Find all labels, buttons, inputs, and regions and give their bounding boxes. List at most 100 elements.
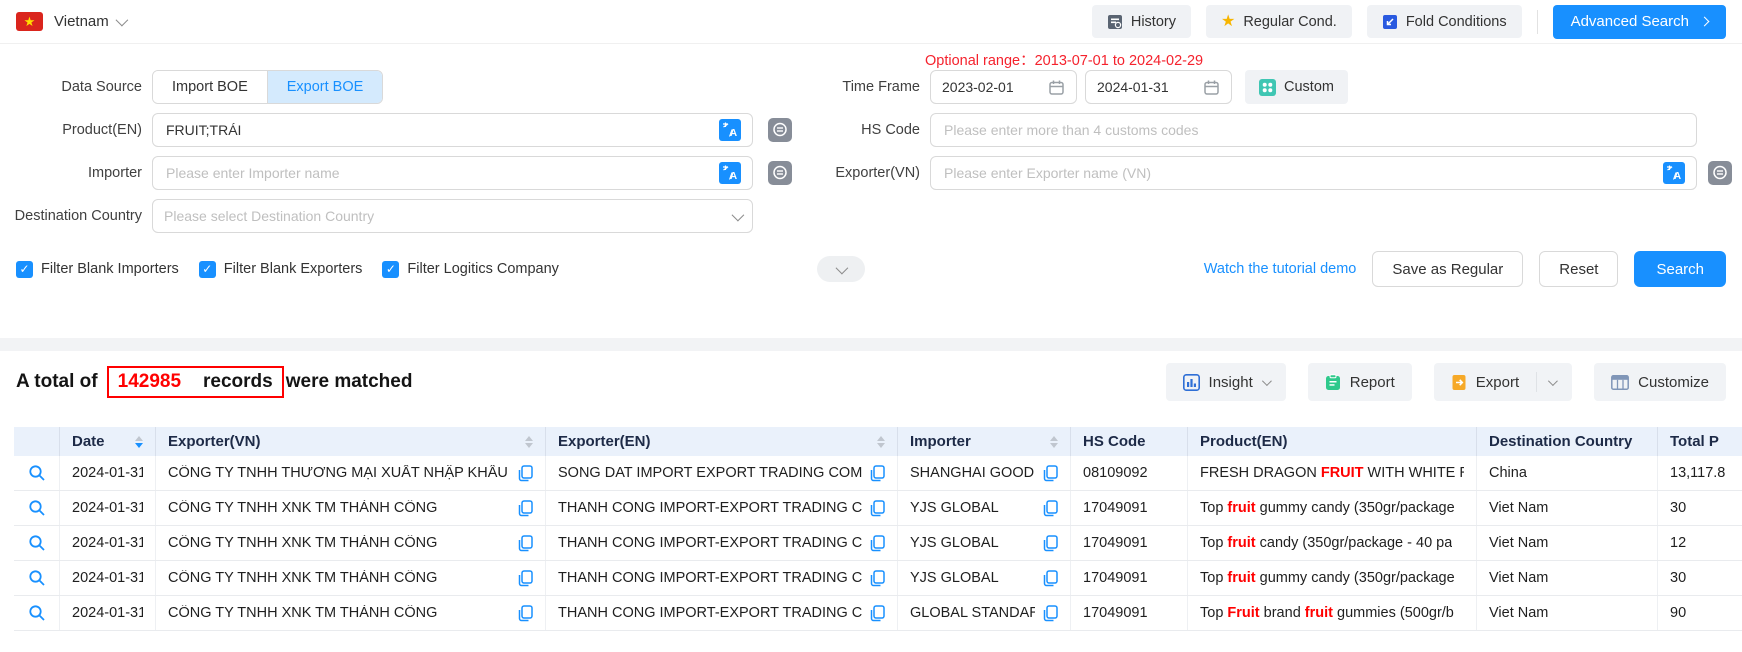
country-name: Vietnam: [54, 13, 109, 30]
copy-button[interactable]: [862, 500, 885, 517]
insight-button[interactable]: Insight: [1166, 363, 1286, 401]
copy-button[interactable]: [1035, 500, 1058, 517]
save-as-regular-button[interactable]: Save as Regular: [1372, 251, 1523, 287]
exclude-keyword-button[interactable]: [1707, 160, 1733, 186]
table-row: 2024-01-31CÔNG TY TNHH XNK TM THÀNH CÔNG…: [14, 491, 1742, 526]
results-toolbar: Insight Report Export Customize: [1166, 363, 1726, 401]
copy-button[interactable]: [510, 605, 533, 622]
top-bar: ★ Vietnam History ★ Regular Cond. Fold C…: [0, 0, 1742, 44]
checkbox-label: Filter Logitics Company: [407, 261, 559, 277]
product-input[interactable]: [164, 121, 719, 139]
product-text: gummies (500gr/b: [1333, 605, 1454, 621]
date-end-field[interactable]: 2024-01-31: [1085, 70, 1232, 104]
cell-exporter-en: THANH CONG IMPORT-EXPORT TRADING C: [546, 526, 898, 560]
copy-button[interactable]: [862, 465, 885, 482]
row-search-icon: [28, 464, 46, 482]
history-button[interactable]: History: [1092, 5, 1191, 38]
copy-button[interactable]: [1035, 535, 1058, 552]
product-text: brand: [1260, 605, 1305, 621]
copy-button[interactable]: [1035, 605, 1058, 622]
cell-row-search[interactable]: [14, 561, 60, 595]
cell-exporter-en: THANH CONG IMPORT-EXPORT TRADING C: [546, 596, 898, 630]
column-header-exporterVn[interactable]: Exporter(VN): [156, 427, 546, 456]
cell-row-search[interactable]: [14, 456, 60, 490]
copy-button[interactable]: [510, 465, 533, 482]
copy-button[interactable]: [1035, 570, 1058, 587]
history-icon: [1107, 14, 1123, 30]
results-summary: A total of 142985 records were matched: [16, 366, 412, 398]
custom-label: Custom: [1284, 79, 1334, 95]
copy-button[interactable]: [1035, 465, 1058, 482]
copy-icon: [1043, 500, 1058, 517]
cell-total: 30: [1658, 561, 1742, 595]
filter-logistics-company-checkbox[interactable]: ✓ Filter Logitics Company: [382, 261, 559, 278]
copy-icon: [518, 465, 533, 482]
reset-button[interactable]: Reset: [1539, 251, 1618, 287]
export-button[interactable]: Export: [1434, 363, 1572, 401]
importer-input[interactable]: [164, 164, 719, 182]
chevron-down-icon[interactable]: [1548, 376, 1558, 386]
sort-icon[interactable]: [125, 436, 143, 448]
cell-date: 2024-01-31: [60, 561, 156, 595]
copy-button[interactable]: [862, 605, 885, 622]
search-form: Optional range：2013-07-01 to 2024-02-29 …: [0, 44, 1742, 287]
copy-icon: [518, 500, 533, 517]
copy-button[interactable]: [862, 570, 885, 587]
fold-icon: [1382, 14, 1398, 30]
cell-date: 2024-01-31: [60, 456, 156, 490]
destination-country-label: Destination Country: [0, 208, 142, 224]
sort-icon[interactable]: [1040, 436, 1058, 448]
cell-total: 13,117.8: [1658, 456, 1742, 490]
collapse-conditions-button[interactable]: [817, 256, 865, 282]
exporter-vn-input[interactable]: [942, 164, 1663, 182]
translate-icon[interactable]: A: [719, 162, 741, 184]
filter-blank-exporters-checkbox[interactable]: ✓ Filter Blank Exporters: [199, 261, 363, 278]
row-search-icon: [28, 604, 46, 622]
tutorial-demo-link[interactable]: Watch the tutorial demo: [1204, 261, 1357, 277]
sort-icon[interactable]: [515, 436, 533, 448]
copy-icon: [518, 570, 533, 587]
column-header-importer[interactable]: Importer: [898, 427, 1071, 456]
fold-conditions-button[interactable]: Fold Conditions: [1367, 5, 1522, 38]
custom-range-button[interactable]: Custom: [1245, 70, 1348, 104]
copy-icon: [518, 605, 533, 622]
advanced-search-button[interactable]: Advanced Search: [1553, 5, 1726, 39]
table-row: 2024-01-31CÔNG TY TNHH XNK TM THÀNH CÔNG…: [14, 561, 1742, 596]
exclude-keyword-button[interactable]: [767, 160, 793, 186]
copy-button[interactable]: [510, 535, 533, 552]
translate-icon[interactable]: A: [719, 119, 741, 141]
hs-code-input[interactable]: [942, 121, 1685, 139]
cell-destination: Viet Nam: [1477, 526, 1658, 560]
destination-country-select[interactable]: Please select Destination Country: [152, 199, 753, 233]
cell-date: 2024-01-31: [60, 596, 156, 630]
translate-icon[interactable]: A: [1663, 162, 1685, 184]
insight-icon: [1183, 374, 1200, 391]
cell-row-search[interactable]: [14, 596, 60, 630]
column-header-date[interactable]: Date: [60, 427, 156, 456]
filter-blank-importers-checkbox[interactable]: ✓ Filter Blank Importers: [16, 261, 179, 278]
highlight-term: fruit: [1227, 500, 1255, 516]
summary-suffix: were matched: [286, 371, 413, 393]
country-selector[interactable]: ★ Vietnam: [16, 12, 125, 31]
exclude-icon: [768, 161, 792, 185]
highlight-term: Fruit: [1227, 605, 1259, 621]
copy-button[interactable]: [510, 570, 533, 587]
exclude-keyword-button[interactable]: [767, 117, 793, 143]
cell-importer: YJS GLOBAL: [898, 526, 1071, 560]
table-row: 2024-01-31CÔNG TY TNHH XNK TM THÀNH CÔNG…: [14, 596, 1742, 631]
vietnam-flag-icon: ★: [16, 12, 43, 31]
report-button[interactable]: Report: [1308, 363, 1412, 401]
import-boe-tab[interactable]: Import BOE: [153, 71, 268, 103]
regular-cond-button[interactable]: ★ Regular Cond.: [1206, 5, 1352, 38]
copy-icon: [870, 500, 885, 517]
cell-row-search[interactable]: [14, 491, 60, 525]
customize-button[interactable]: Customize: [1594, 363, 1726, 401]
copy-button[interactable]: [862, 535, 885, 552]
cell-row-search[interactable]: [14, 526, 60, 560]
column-header-exporterEn[interactable]: Exporter(EN): [546, 427, 898, 456]
search-button[interactable]: Search: [1634, 251, 1726, 287]
sort-icon[interactable]: [867, 436, 885, 448]
date-start-field[interactable]: 2023-02-01: [930, 70, 1077, 104]
copy-button[interactable]: [510, 500, 533, 517]
export-boe-tab[interactable]: Export BOE: [268, 71, 383, 103]
